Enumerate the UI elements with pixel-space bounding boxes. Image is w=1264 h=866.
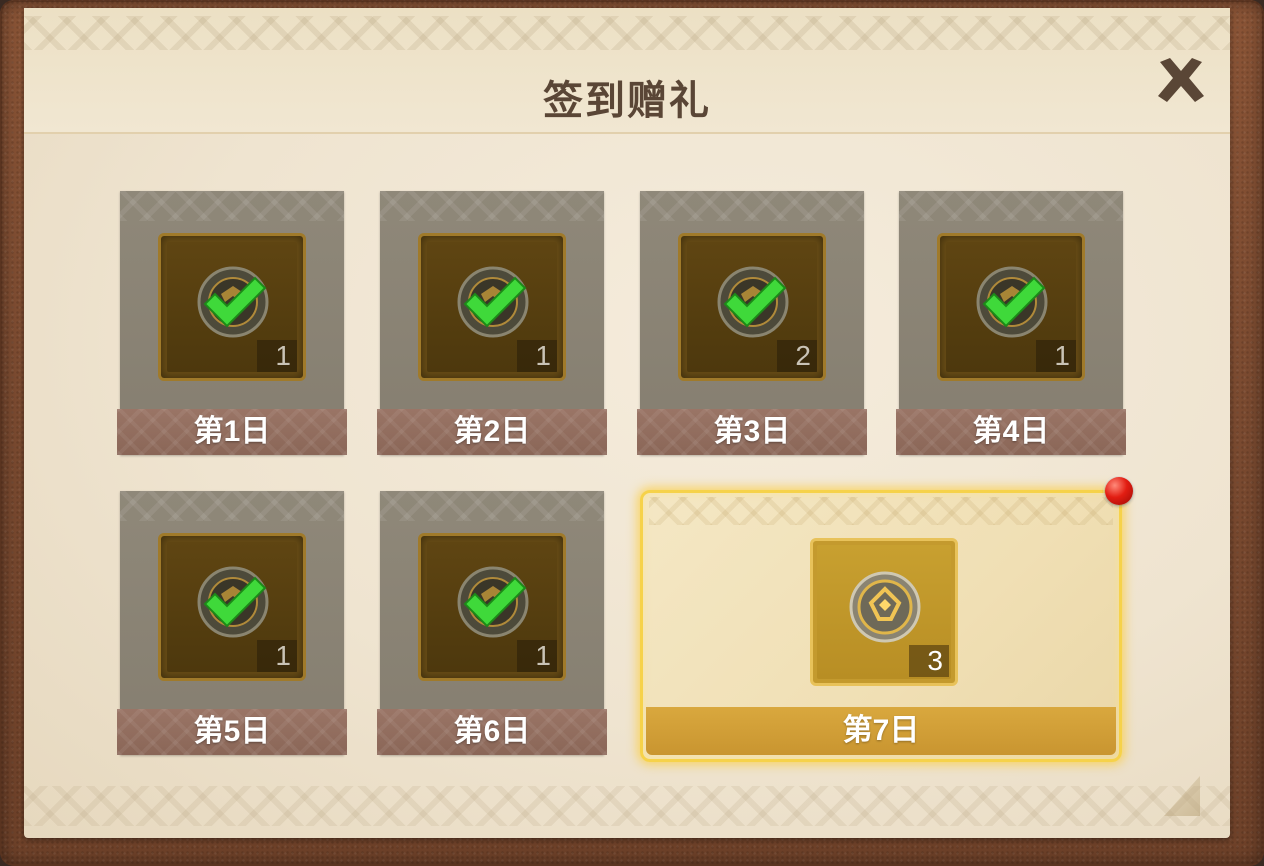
day-7-card-claimable[interactable]: 3 第7日 xyxy=(640,490,1122,762)
day-label-text: 第6日 xyxy=(453,715,531,748)
reward-slot: 2 xyxy=(678,233,826,381)
reward-count: 1 xyxy=(517,640,557,672)
close-button[interactable] xyxy=(1150,50,1212,112)
check-icon xyxy=(203,276,267,328)
day-label-text: 第2日 xyxy=(453,415,531,448)
reward-count: 2 xyxy=(777,340,817,372)
footer-pattern xyxy=(24,786,1230,826)
day-label-text: 第4日 xyxy=(972,415,1050,448)
day-label: 第3日 xyxy=(637,409,867,455)
card-pattern xyxy=(899,191,1123,221)
dialog-header: 签到赠礼 xyxy=(24,8,1230,134)
card-pattern xyxy=(640,191,864,221)
reward-count: 1 xyxy=(257,640,297,672)
day-card[interactable]: 1 第1日 xyxy=(117,191,347,455)
reward-count: 1 xyxy=(517,340,557,372)
check-icon xyxy=(203,576,267,628)
reward-slot: 1 xyxy=(158,533,306,681)
reward-count: 1 xyxy=(1036,340,1076,372)
dialog-title: 签到赠礼 xyxy=(543,77,711,124)
reward-slot: 3 xyxy=(810,538,958,686)
reward-slot: 1 xyxy=(418,233,566,381)
card-pattern xyxy=(380,191,604,221)
day-label-text: 第1日 xyxy=(193,415,271,448)
reward-slot: 1 xyxy=(937,233,1085,381)
day-label: 第4日 xyxy=(896,409,1126,455)
day-label-text: 第7日 xyxy=(842,714,920,747)
reward-count: 3 xyxy=(909,645,949,677)
gold-orb-icon xyxy=(849,571,921,643)
close-x-icon xyxy=(1158,58,1204,102)
header-pattern xyxy=(24,16,1230,50)
card-pattern xyxy=(649,497,1113,525)
day-card[interactable]: 1 第2日 xyxy=(377,191,607,455)
day-label: 第6日 xyxy=(377,709,607,755)
day-card[interactable]: 1 第4日 xyxy=(896,191,1126,455)
card-pattern xyxy=(120,191,344,221)
day-label-text: 第3日 xyxy=(713,415,791,448)
reward-slot: 1 xyxy=(418,533,566,681)
day-label-text: 第5日 xyxy=(193,715,271,748)
day-label: 第5日 xyxy=(117,709,347,755)
day-card[interactable]: 1 第6日 xyxy=(377,491,607,755)
day-label: 第2日 xyxy=(377,409,607,455)
day-card[interactable]: 2 第3日 xyxy=(637,191,867,455)
check-icon xyxy=(463,576,527,628)
day-label: 第1日 xyxy=(117,409,347,455)
notification-dot xyxy=(1105,477,1133,505)
check-icon xyxy=(723,276,787,328)
check-icon xyxy=(463,276,527,328)
day-card[interactable]: 1 第5日 xyxy=(117,491,347,755)
card-pattern xyxy=(120,491,344,521)
reward-slot: 1 xyxy=(158,233,306,381)
reward-count: 1 xyxy=(257,340,297,372)
card-pattern xyxy=(380,491,604,521)
day-label: 第7日 xyxy=(646,707,1116,755)
check-icon xyxy=(982,276,1046,328)
